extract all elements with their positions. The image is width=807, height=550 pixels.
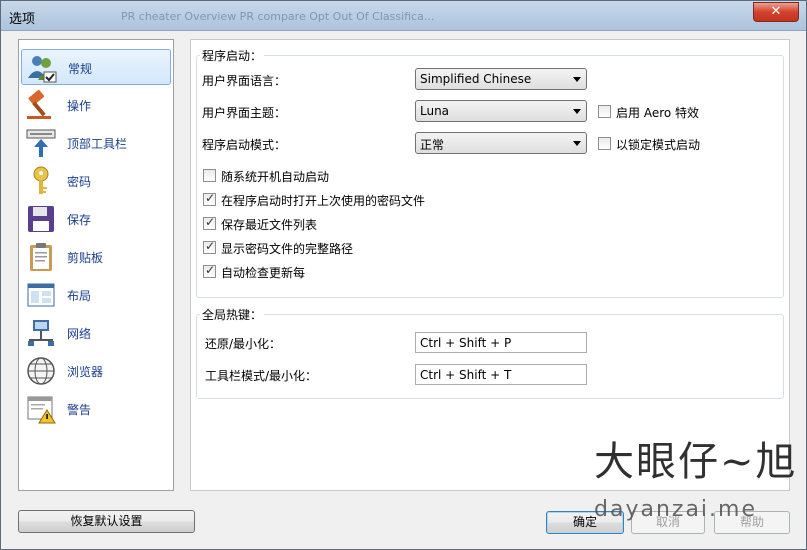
open-last-file-label: 在程序启动时打开上次使用的密码文件: [221, 194, 426, 208]
startup-mode-label: 程序启动模式：: [202, 138, 287, 152]
sidebar-item-clipboard[interactable]: 剪贴板: [21, 239, 171, 275]
sidebar-item-password[interactable]: 密码: [21, 163, 171, 199]
chevron-down-icon: [573, 109, 581, 114]
checkmark-icon: ✓: [205, 191, 216, 205]
users-check-icon: [28, 56, 57, 83]
chevron-down-icon: [573, 141, 581, 146]
language-select-value: Simplified Chinese: [420, 72, 532, 86]
checkmark-icon: ✓: [205, 215, 216, 229]
sidebar-item-top-toolbar[interactable]: 顶部工具栏: [21, 125, 171, 161]
watermark-url: dayanzai.me: [594, 497, 757, 522]
checkbox-box[interactable]: ✓: [203, 239, 216, 254]
startup-mode-value: 正常: [420, 138, 445, 152]
close-button[interactable]: ✕: [753, 2, 799, 22]
sidebar-item-label: 操作: [67, 99, 92, 113]
key-icon: [33, 166, 49, 194]
full-path-label: 显示密码文件的完整路径: [221, 242, 354, 256]
sidebar-item-label: 顶部工具栏: [67, 137, 128, 151]
options-window: 选项 PR cheater Overview PR compare Opt Ou…: [0, 0, 807, 550]
reset-defaults-button[interactable]: 恢复默认设置: [18, 510, 195, 533]
sidebar-item-label: 网络: [67, 327, 92, 341]
hotkeys-group-title: 全局热键：: [200, 306, 265, 323]
language-select[interactable]: Simplified Chinese: [415, 68, 587, 90]
checkbox-box[interactable]: [203, 169, 216, 182]
sidebar-item-label: 剪贴板: [67, 251, 104, 265]
restore-hotkey-label: 还原/最小化：: [205, 337, 282, 351]
sidebar-item-label: 密码: [67, 175, 92, 189]
title-bar[interactable]: 选项 PR cheater Overview PR compare Opt Ou…: [1, 1, 806, 31]
aero-label: 启用 Aero 特效: [616, 106, 700, 120]
language-label: 用户界面语言：: [202, 74, 287, 88]
chevron-down-icon: [573, 77, 581, 82]
sidebar-item-actions[interactable]: 操作: [21, 87, 171, 123]
restore-hotkey-input[interactable]: Ctrl + Shift + P: [415, 332, 587, 353]
theme-select-value: Luna: [420, 104, 450, 118]
checkbox-box[interactable]: ✓: [203, 263, 216, 278]
sidebar-item-label: 警告: [67, 403, 92, 417]
hotkeys-group: [196, 314, 784, 399]
close-icon: ✕: [770, 4, 782, 19]
layout-icon: [27, 283, 55, 307]
sidebar-item-general[interactable]: 常规: [21, 49, 171, 85]
save-recent-label: 保存最近文件列表: [221, 218, 318, 232]
checkmark-icon: ✓: [205, 239, 216, 253]
background-window-title: PR cheater Overview PR compare Opt Out O…: [121, 10, 435, 23]
watermark: 大眼仔~旭 dayanzai.me: [586, 429, 796, 522]
toolbar-hotkey-label: 工具栏模式/最小化：: [205, 369, 318, 383]
globe-icon: [27, 357, 55, 385]
sidebar-item-layout[interactable]: 布局: [21, 277, 171, 313]
window-title: 选项: [9, 12, 36, 27]
sidebar-item-warning[interactable]: 警告: [21, 391, 171, 427]
sidebar-item-network[interactable]: 网络: [21, 315, 171, 351]
sidebar-item-label: 布局: [67, 289, 92, 303]
autostart-label: 随系统开机自动启动: [221, 170, 330, 184]
toolbar-hotkey-input[interactable]: Ctrl + Shift + T: [415, 364, 587, 385]
checkbox-box[interactable]: ✓: [203, 215, 216, 230]
warning-document-icon: [27, 396, 56, 424]
checkbox-box[interactable]: [598, 105, 611, 118]
sidebar-item-label: 浏览器: [67, 365, 104, 379]
settings-panel: 程序启动： 用户界面语言： Simplified Chinese 用户界面主题：…: [190, 39, 790, 491]
network-icon: [28, 320, 54, 346]
floppy-disk-icon: [28, 206, 54, 232]
checkbox-box[interactable]: [598, 137, 611, 150]
gavel-icon: [27, 89, 51, 119]
sidebar-item-save[interactable]: 保存: [21, 201, 171, 237]
sidebar-item-label: 常规: [68, 62, 93, 76]
theme-select[interactable]: Luna: [415, 100, 587, 122]
clipboard-icon: [30, 243, 52, 271]
startup-mode-select[interactable]: 正常: [415, 132, 587, 154]
theme-label: 用户界面主题：: [202, 106, 287, 120]
auto-update-label: 自动检查更新每: [221, 266, 306, 280]
locked-mode-label: 以锁定模式启动: [616, 138, 701, 152]
toolbar-upload-icon: [26, 129, 56, 157]
category-sidebar: 常规 操作 顶部工具栏 密码 保存 剪贴板 布局 网络 浏览器 警告: [18, 39, 174, 491]
checkmark-icon: ✓: [205, 263, 216, 277]
startup-group-title: 程序启动：: [200, 47, 265, 64]
sidebar-item-browser[interactable]: 浏览器: [21, 353, 171, 389]
watermark-text: 大眼仔~旭: [594, 439, 798, 485]
checkbox-box[interactable]: ✓: [203, 191, 216, 206]
sidebar-item-label: 保存: [67, 213, 92, 227]
